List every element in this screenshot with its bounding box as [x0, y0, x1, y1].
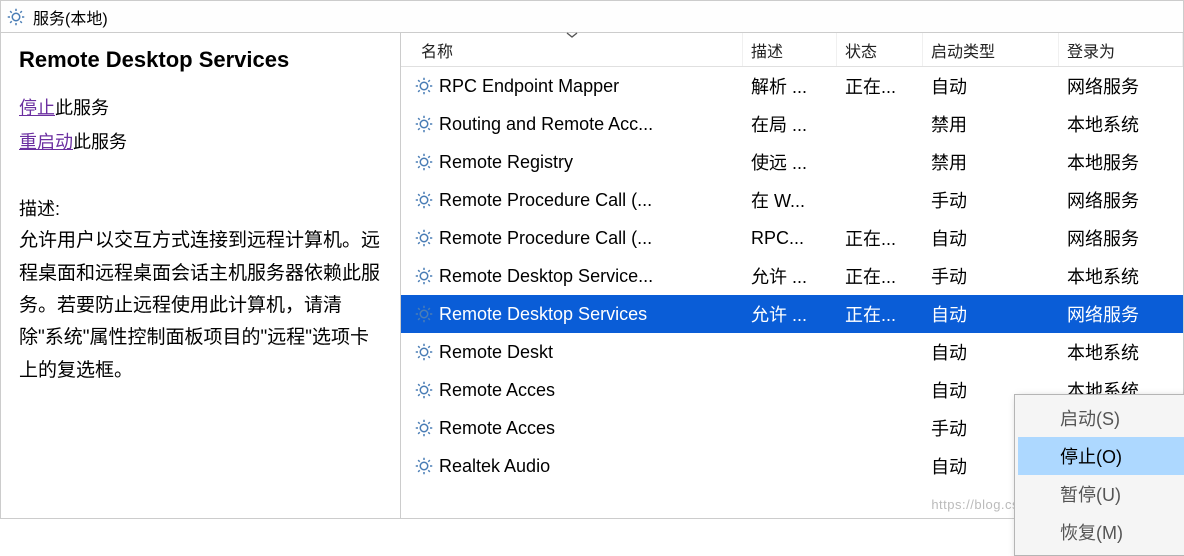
gear-icon: [415, 457, 433, 475]
service-name: Remote Procedure Call (...: [439, 190, 652, 211]
service-startup: 手动: [923, 187, 1059, 213]
service-row[interactable]: Remote Procedure Call (... RPC...正在...自动网…: [401, 219, 1183, 257]
service-logon: 网络服务: [1059, 73, 1183, 99]
service-row[interactable]: Remote Procedure Call (... 在 W... 手动网络服务: [401, 181, 1183, 219]
service-logon: 本地系统: [1059, 111, 1183, 137]
service-desc: 允许 ...: [743, 301, 837, 327]
gear-icon: [415, 229, 433, 247]
service-logon: 本地系统: [1059, 339, 1183, 365]
ctx-start: 启动(S): [1018, 399, 1184, 437]
service-name: Realtek Audio: [439, 456, 550, 477]
stop-suffix: 此服务: [55, 98, 109, 118]
service-name: Remote Desktop Service...: [439, 266, 653, 287]
gear-icon: [415, 77, 433, 95]
service-row[interactable]: RPC Endpoint Mapper 解析 ...正在...自动网络服务: [401, 67, 1183, 105]
column-headers: 名称 描述 状态 启动类型 登录为: [401, 33, 1183, 67]
service-name: Remote Registry: [439, 152, 573, 173]
service-row[interactable]: Remote Deskt 自动本地系统: [401, 333, 1183, 371]
ctx-stop[interactable]: 停止(O): [1018, 437, 1184, 475]
details-pane: Remote Desktop Services 停止此服务 重启动此服务 描述:…: [1, 33, 401, 518]
description-label: 描述:: [19, 195, 382, 221]
gear-icon: [415, 305, 433, 323]
service-desc: 在局 ...: [743, 111, 837, 137]
service-name: Remote Acces: [439, 380, 555, 401]
gear-icon: [415, 381, 433, 399]
ctx-pause: 暂停(U): [1018, 475, 1184, 513]
service-logon: 网络服务: [1059, 301, 1183, 327]
service-logon: 本地服务: [1059, 149, 1183, 175]
service-name: RPC Endpoint Mapper: [439, 76, 619, 97]
stop-link[interactable]: 停止: [19, 98, 55, 118]
gear-icon: [415, 153, 433, 171]
service-logon: 网络服务: [1059, 225, 1183, 251]
service-startup: 禁用: [923, 111, 1059, 137]
service-name: Remote Procedure Call (...: [439, 228, 652, 249]
service-status: 正在...: [837, 73, 923, 99]
service-logon: 网络服务: [1059, 187, 1183, 213]
col-header-desc[interactable]: 描述: [743, 33, 837, 66]
gear-icon: [415, 419, 433, 437]
service-name: Remote Desktop Services: [439, 304, 647, 325]
service-startup: 自动: [923, 73, 1059, 99]
col-header-startup[interactable]: 启动类型: [923, 33, 1059, 66]
service-row[interactable]: Routing and Remote Acc... 在局 ... 禁用本地系统: [401, 105, 1183, 143]
service-status: 正在...: [837, 263, 923, 289]
tree-header-title: 服务(本地): [33, 5, 108, 29]
sort-indicator: [566, 32, 578, 38]
service-startup: 禁用: [923, 149, 1059, 175]
service-desc: 解析 ...: [743, 73, 837, 99]
col-header-logon[interactable]: 登录为: [1059, 33, 1183, 66]
gear-icon: [7, 8, 25, 26]
list-pane: 名称 描述 状态 启动类型 登录为 RPC Endpoint Mapper 解析 …: [401, 33, 1183, 518]
col-header-name[interactable]: 名称: [401, 33, 743, 66]
gear-icon: [415, 191, 433, 209]
service-logon: 本地系统: [1059, 263, 1183, 289]
service-row[interactable]: Remote Desktop Services 允许 ...正在...自动网络服务: [401, 295, 1183, 333]
service-name: Remote Acces: [439, 418, 555, 439]
col-header-status[interactable]: 状态: [837, 33, 923, 66]
restart-link[interactable]: 重启动: [19, 132, 73, 152]
service-desc: RPC...: [743, 228, 837, 249]
service-name: Remote Deskt: [439, 342, 553, 363]
gear-icon: [415, 115, 433, 133]
service-desc: 允许 ...: [743, 263, 837, 289]
service-name: Routing and Remote Acc...: [439, 114, 653, 135]
service-row[interactable]: Remote Registry 使远 ... 禁用本地服务: [401, 143, 1183, 181]
service-startup: 自动: [923, 301, 1059, 327]
service-desc: 在 W...: [743, 187, 837, 213]
service-startup: 自动: [923, 339, 1059, 365]
gear-icon: [415, 267, 433, 285]
service-desc: 使远 ...: [743, 149, 837, 175]
service-row[interactable]: Remote Desktop Service... 允许 ...正在...手动本地…: [401, 257, 1183, 295]
tree-header: 服务(本地): [1, 1, 1183, 33]
gear-icon: [415, 343, 433, 361]
description-text: 允许用户以交互方式连接到远程计算机。远程桌面和远程桌面会话主机服务器依赖此服务。…: [19, 225, 382, 386]
service-startup: 手动: [923, 263, 1059, 289]
service-startup: 自动: [923, 225, 1059, 251]
restart-suffix: 此服务: [73, 132, 127, 152]
service-status: 正在...: [837, 225, 923, 251]
context-menu: 启动(S) 停止(O) 暂停(U) 恢复(M): [1014, 394, 1184, 556]
service-status: 正在...: [837, 301, 923, 327]
selected-service-title: Remote Desktop Services: [19, 47, 382, 73]
